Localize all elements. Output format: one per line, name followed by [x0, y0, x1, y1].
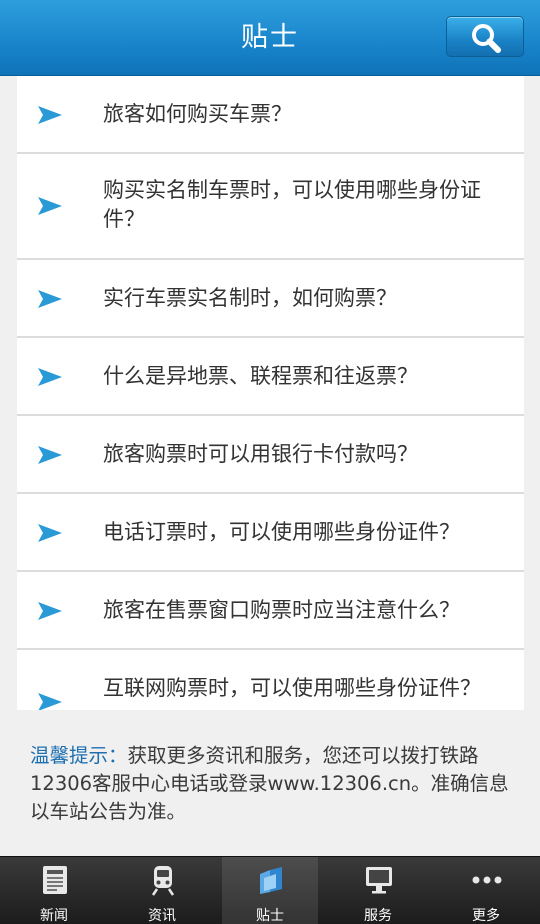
faq-item[interactable]: 什么是异地票、联程票和往返票？	[17, 338, 524, 414]
tip-label: 温馨提示：	[30, 744, 128, 767]
faq-item-text: 购买实名制车票时，可以使用哪些身份证件？	[103, 178, 481, 231]
nav-item-news[interactable]: 新闻	[6, 857, 102, 924]
nav-label: 新闻	[40, 908, 68, 924]
tip-text: 温馨提示：获取更多资讯和服务，您还可以拨打铁路12306客服中心电话或登录www…	[30, 742, 514, 826]
faq-item-text: 旅客购票时可以用银行卡付款吗？	[103, 442, 418, 466]
faq-item[interactable]: 旅客在售票窗口购票时应当注意什么？	[17, 572, 524, 648]
bottom-nav: 新闻 资讯 贴士 服务 更多	[0, 856, 540, 924]
faq-item-text: 电话订票时，可以使用哪些身份证件？	[103, 520, 460, 544]
faq-item-text: 什么是异地票、联程票和往返票？	[103, 364, 418, 388]
tips-icon	[260, 867, 282, 894]
faq-item-text: 互联网购票时，可以使用哪些身份证件？	[103, 676, 481, 700]
nav-label: 服务	[364, 908, 392, 924]
nav-item-tips[interactable]: 贴士	[222, 857, 318, 924]
train-icon	[151, 866, 175, 896]
search-icon	[472, 24, 501, 53]
arrow-icon	[38, 446, 62, 464]
faq-item-text: 旅客如何购买车票？	[103, 102, 292, 126]
arrow-icon	[38, 368, 62, 386]
search-button[interactable]	[446, 16, 524, 57]
more-icon	[472, 876, 502, 884]
faq-item-text: 实行车票实名制时，如何购票？	[103, 286, 397, 310]
arrow-icon	[38, 197, 62, 215]
nav-label: 更多	[472, 908, 500, 924]
nav-item-info[interactable]: 资讯	[114, 857, 210, 924]
newspaper-icon	[43, 866, 67, 894]
faq-list: 旅客如何购买车票？ 购买实名制车票时，可以使用哪些身份证件？ 实行车票实名制时，…	[17, 76, 524, 710]
nav-label: 贴士	[256, 908, 284, 924]
arrow-icon	[38, 290, 62, 308]
faq-item[interactable]: 旅客购票时可以用银行卡付款吗？	[17, 416, 524, 492]
arrow-icon	[38, 106, 62, 124]
header-bar: 贴士	[0, 0, 540, 76]
arrow-icon	[38, 693, 62, 710]
faq-item[interactable]: 互联网购票时，可以使用哪些身份证件？	[17, 650, 524, 710]
faq-item[interactable]: 旅客如何购买车票？	[17, 76, 524, 152]
arrow-icon	[38, 602, 62, 620]
arrow-icon	[38, 524, 62, 542]
faq-item-text: 旅客在售票窗口购票时应当注意什么？	[103, 598, 460, 622]
faq-item[interactable]: 实行车票实名制时，如何购票？	[17, 260, 524, 336]
faq-item[interactable]: 电话订票时，可以使用哪些身份证件？	[17, 494, 524, 570]
nav-item-service[interactable]: 服务	[330, 857, 426, 924]
monitor-icon	[366, 867, 392, 894]
faq-item[interactable]: 购买实名制车票时，可以使用哪些身份证件？	[17, 154, 524, 258]
nav-item-more[interactable]: 更多	[438, 857, 534, 924]
nav-label: 资讯	[148, 908, 176, 924]
